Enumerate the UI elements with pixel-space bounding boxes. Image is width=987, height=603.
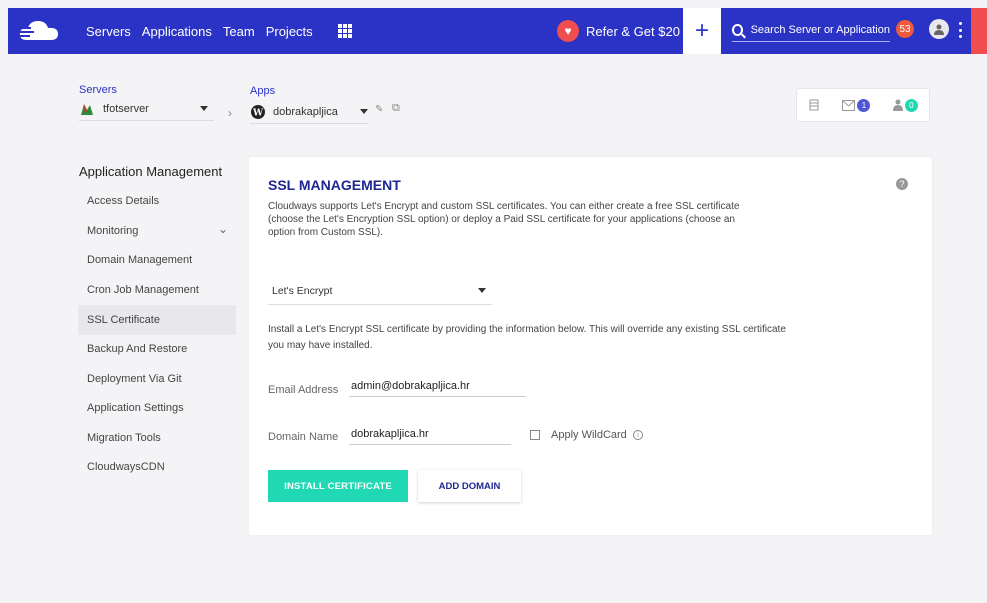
notification-badge[interactable]: 53 bbox=[896, 20, 914, 38]
mail-count-badge: 1 bbox=[857, 98, 871, 112]
domain-label: Domain Name bbox=[268, 431, 339, 443]
sidebar-item-backup-and-restore[interactable]: Backup And Restore bbox=[78, 334, 236, 364]
sidebar-item-ssl-certificate[interactable]: SSL Certificate bbox=[78, 305, 236, 335]
sidebar-item-label: Deployment Via Git bbox=[87, 373, 182, 385]
sidebar-item-monitoring[interactable]: Monitoring ⌄ bbox=[78, 216, 236, 246]
app-name: dobrakapljica bbox=[273, 105, 338, 118]
sidebar-item-label: Monitoring bbox=[87, 225, 139, 237]
user-icon bbox=[892, 99, 903, 111]
chevron-down-icon: ⌄ bbox=[218, 222, 229, 236]
ssl-type-value: Let's Encrypt bbox=[272, 284, 333, 297]
sidebar-item-label: Migration Tools bbox=[87, 432, 161, 444]
refer-label: Refer & Get $20 bbox=[586, 23, 680, 39]
cloudways-logo-icon[interactable] bbox=[8, 8, 70, 54]
sidebar-item-application-settings[interactable]: Application Settings bbox=[78, 393, 236, 423]
install-certificate-button[interactable]: INSTALL CERTIFICATE bbox=[268, 470, 408, 502]
logout-icon[interactable] bbox=[971, 8, 987, 54]
sidebar-item-label: Cron Job Management bbox=[87, 284, 199, 296]
ssl-description: Cloudways supports Let's Encrypt and cus… bbox=[268, 201, 740, 238]
app-select[interactable]: W dobrakapljica bbox=[250, 100, 368, 124]
apps-breadcrumb-label[interactable]: Apps bbox=[250, 85, 275, 97]
install-note: Install a Let's Encrypt SSL certificate … bbox=[268, 324, 786, 351]
sidebar-item-label: Domain Management bbox=[87, 254, 193, 266]
ssl-management-card: SSL MANAGEMENT ? Cloudways supports Let'… bbox=[249, 157, 932, 535]
ssl-type-select[interactable]: Let's Encrypt bbox=[268, 277, 492, 305]
add-button[interactable]: + bbox=[683, 8, 721, 54]
mail-icon bbox=[842, 99, 856, 111]
plus-icon: + bbox=[694, 17, 709, 44]
server-provider-icon bbox=[81, 103, 93, 115]
svg-text:W: W bbox=[252, 108, 264, 118]
sidebar-item-migration-tools[interactable]: Migration Tools bbox=[78, 423, 236, 453]
nav-applications-link[interactable]: Applications bbox=[142, 24, 212, 39]
chevron-down-icon bbox=[360, 109, 368, 114]
heart-icon: ♥ bbox=[557, 20, 579, 42]
top-navigation-bar: Servers Applications Team Projects ♥ Ref… bbox=[8, 8, 987, 54]
domain-field[interactable] bbox=[349, 423, 511, 445]
sidebar-item-cron-job-management[interactable]: Cron Job Management bbox=[78, 275, 236, 305]
search-input[interactable]: Search Server or Application bbox=[751, 24, 890, 36]
avatar[interactable] bbox=[929, 19, 949, 39]
user-count-badge: 0 bbox=[904, 98, 918, 112]
notes-icon[interactable] bbox=[808, 99, 820, 111]
servers-breadcrumb-label[interactable]: Servers bbox=[79, 84, 117, 96]
nav-servers-link[interactable]: Servers bbox=[86, 24, 131, 39]
search-icon bbox=[732, 23, 743, 36]
wildcard-label[interactable]: Apply WildCard bbox=[551, 429, 627, 441]
sidebar-item-label: Backup And Restore bbox=[87, 343, 188, 355]
chevron-right-icon: › bbox=[228, 106, 232, 120]
sidebar-item-label: Access Details bbox=[87, 195, 160, 207]
page-title: SSL MANAGEMENT bbox=[268, 177, 401, 193]
apps-grid-icon[interactable] bbox=[337, 24, 352, 38]
info-icon[interactable]: i bbox=[633, 430, 643, 440]
nav-projects-link[interactable]: Projects bbox=[266, 24, 313, 39]
chevron-down-icon bbox=[478, 288, 486, 293]
sidebar-item-cloudwayscdn[interactable]: CloudwaysCDN bbox=[78, 452, 236, 482]
wordpress-icon: W bbox=[251, 104, 265, 119]
external-link-icon[interactable]: ⧉ bbox=[392, 102, 400, 115]
search-box[interactable]: Search Server or Application bbox=[732, 18, 890, 42]
mail-widget[interactable]: 1 bbox=[842, 98, 871, 112]
sidebar-item-access-details[interactable]: Access Details bbox=[78, 186, 236, 216]
email-field[interactable] bbox=[349, 375, 526, 397]
server-name: tfotserver bbox=[103, 102, 149, 115]
sidebar-item-domain-management[interactable]: Domain Management bbox=[78, 245, 236, 275]
server-select[interactable]: tfotserver bbox=[79, 97, 214, 121]
edit-icon[interactable]: ✎ bbox=[375, 104, 383, 115]
user-icon bbox=[934, 24, 944, 35]
sidebar-item-label: Application Settings bbox=[87, 402, 184, 414]
sidebar-item-deployment-via-git[interactable]: Deployment Via Git bbox=[78, 364, 236, 394]
wildcard-checkbox[interactable] bbox=[530, 430, 540, 440]
chevron-down-icon bbox=[200, 106, 208, 111]
users-widget[interactable]: 0 bbox=[892, 98, 918, 112]
sidebar-item-label: CloudwaysCDN bbox=[87, 461, 165, 473]
sidebar-title: Application Management bbox=[79, 164, 223, 179]
sidebar-item-label: SSL Certificate bbox=[87, 314, 160, 326]
more-options-icon[interactable] bbox=[958, 22, 962, 38]
help-icon[interactable]: ? bbox=[896, 178, 908, 190]
refer-button[interactable]: ♥ Refer & Get $20 bbox=[557, 8, 680, 54]
add-domain-button[interactable]: ADD DOMAIN bbox=[418, 470, 521, 502]
nav-team-link[interactable]: Team bbox=[223, 24, 255, 39]
top-widgets: 1 0 bbox=[796, 88, 930, 122]
email-label: Email Address bbox=[268, 384, 339, 396]
